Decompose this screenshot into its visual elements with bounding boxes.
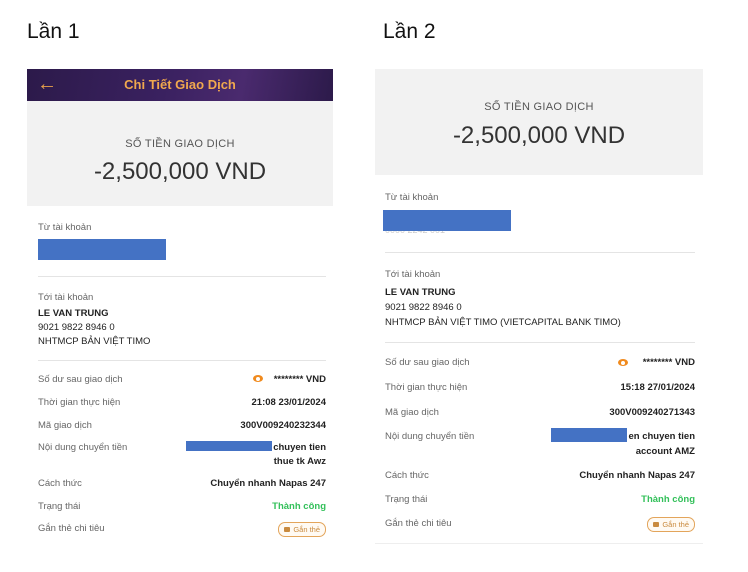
tag-button-label: Gắn thẻ <box>662 520 689 529</box>
tag-button-label: Gắn thẻ <box>293 525 320 534</box>
eye-icon[interactable] <box>253 375 263 382</box>
method-label: Cách thức <box>38 478 82 489</box>
from-account-label: Từ tài khoản <box>38 222 92 233</box>
amount-value: -2,500,000 VND <box>452 122 626 149</box>
to-account-label: Tới tài khoản <box>385 269 441 280</box>
to-account-label: Tới tài khoản <box>38 292 94 303</box>
redaction-box <box>186 441 272 451</box>
content-line-1: en chuyen tien <box>628 431 695 442</box>
balance-value: ******** VND <box>273 374 326 385</box>
page-title: Chi Tiết Giao Dịch <box>124 77 236 92</box>
transaction-code-value: 300V009240232344 <box>240 420 326 431</box>
transaction-code-label: Mã giao dịch <box>38 420 92 431</box>
status-value: Thành công <box>272 501 326 512</box>
amount-section: SỐ TIỀN GIAO DỊCH -2,500,000 VND <box>27 101 333 206</box>
method-label: Cách thức <box>385 470 429 481</box>
content-line-2: account AMZ <box>635 446 695 457</box>
recipient-bank: NHTMCP BẢN VIỆT TIMO <box>38 336 151 347</box>
balance-label: Số dư sau giao dịch <box>385 357 470 368</box>
status-label: Trạng thái <box>38 501 81 512</box>
eye-icon[interactable] <box>618 359 628 366</box>
redaction-box <box>551 428 627 442</box>
recipient-name: LE VAN TRUNG <box>38 308 109 319</box>
time-label: Thời gian thực hiện <box>385 382 468 393</box>
time-label: Thời gian thực hiện <box>38 397 121 408</box>
amount-value: -2,500,000 VND <box>93 158 267 185</box>
transaction-screenshot-1: ← Chi Tiết Giao Dịch SỐ TIỀN GIAO DỊCH -… <box>27 69 333 549</box>
transaction-code-value: 300V009240271343 <box>609 407 695 418</box>
time-value: 21:08 23/01/2024 <box>251 397 326 408</box>
tag-label: Gắn thẻ chi tiêu <box>38 523 105 534</box>
redaction-box <box>383 210 511 231</box>
content-label: Nội dung chuyển tiền <box>38 442 128 453</box>
tag-button[interactable]: Gắn thẻ <box>278 522 326 537</box>
recipient-name: LE VAN TRUNG <box>385 287 456 298</box>
divider <box>38 276 326 277</box>
recipient-bank: NHTMCP BẢN VIỆT TIMO (VIETCAPITAL BANK T… <box>385 317 621 328</box>
balance-label: Số dư sau giao dịch <box>38 374 123 385</box>
method-value: Chuyển nhanh Napas 247 <box>579 470 695 481</box>
app-header: ← Chi Tiết Giao Dịch <box>27 69 333 101</box>
amount-label: SỐ TIỀN GIAO DỊCH <box>484 101 594 113</box>
tag-icon <box>284 527 291 532</box>
divider <box>385 252 695 253</box>
divider <box>375 543 703 544</box>
balance-value: ******** VND <box>642 357 695 368</box>
amount-section: SỐ TIỀN GIAO DỊCH -2,500,000 VND <box>375 69 703 175</box>
content-line-2: thue tk Awz <box>273 456 326 467</box>
status-label: Trạng thái <box>385 494 428 505</box>
method-value: Chuyển nhanh Napas 247 <box>210 478 326 489</box>
tag-label: Gắn thẻ chi tiêu <box>385 518 452 529</box>
transaction-screenshot-2: SỐ TIỀN GIAO DỊCH -2,500,000 VND Từ tài … <box>375 69 703 547</box>
status-value: Thành công <box>641 494 695 505</box>
transaction-code-label: Mã giao dịch <box>385 407 439 418</box>
redaction-box <box>38 239 166 260</box>
content-label: Nội dung chuyển tiền <box>385 431 475 442</box>
content-line-1: chuyen tien <box>273 442 326 453</box>
divider <box>385 342 695 343</box>
recipient-account-number: 9021 9822 8946 0 <box>38 322 115 333</box>
divider <box>38 360 326 361</box>
from-account-label: Từ tài khoản <box>385 192 439 203</box>
tag-icon <box>653 522 660 527</box>
recipient-account-number: 9021 9822 8946 0 <box>385 302 462 313</box>
heading-second-attempt: Lần 2 <box>383 20 436 43</box>
heading-first-attempt: Lần 1 <box>27 20 80 43</box>
time-value: 15:18 27/01/2024 <box>620 382 695 393</box>
amount-label: SỐ TIỀN GIAO DỊCH <box>125 138 235 150</box>
tag-button[interactable]: Gắn thẻ <box>647 517 695 532</box>
